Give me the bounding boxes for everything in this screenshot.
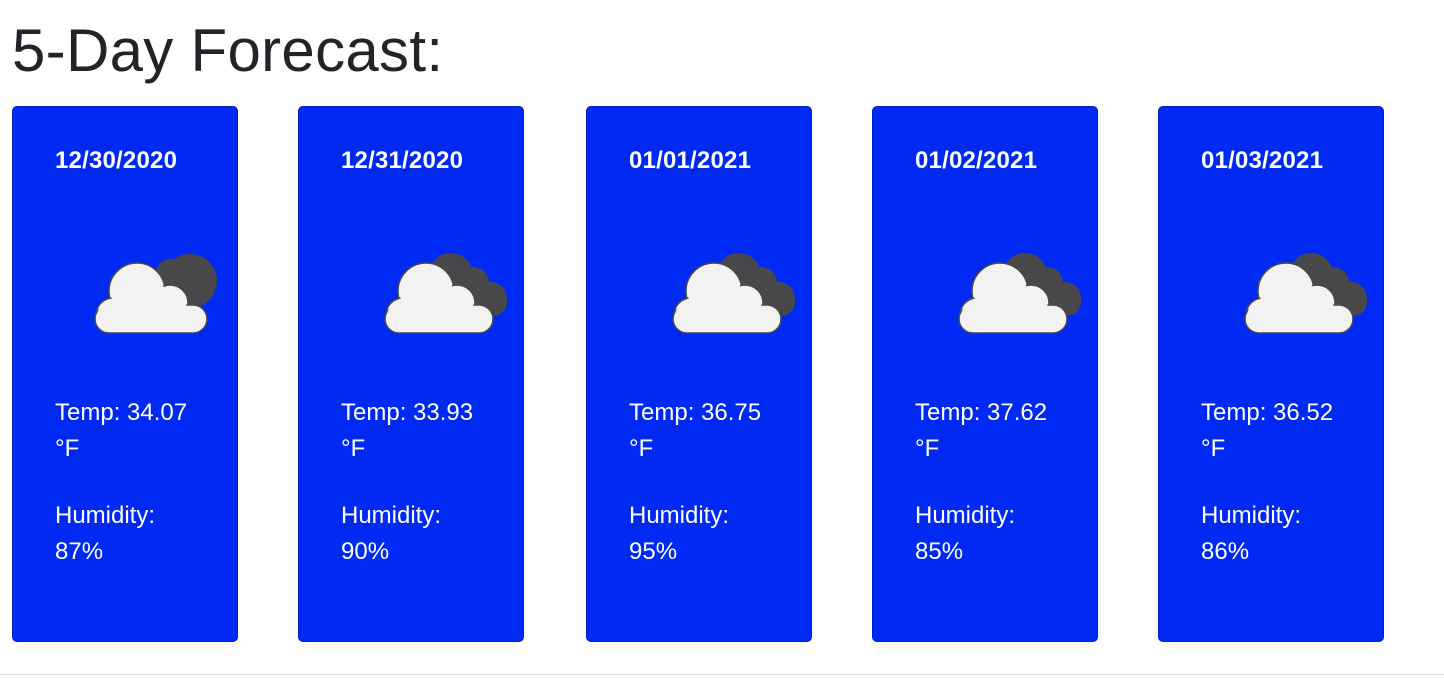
humidity-label: Humidity: — [629, 502, 730, 529]
forecast-temp: Temp: 36.52 °F — [1201, 395, 1371, 467]
temp-unit: °F — [341, 435, 366, 462]
humidity-value: 87% — [55, 538, 104, 565]
forecast-date: 01/03/2021 — [1201, 147, 1324, 174]
forecast-humidity: Humidity: 90% — [341, 498, 511, 570]
temp-value: Temp: 36.75 — [629, 399, 762, 426]
temp-value: Temp: 36.52 — [1201, 399, 1334, 426]
humidity-value: 85% — [915, 538, 964, 565]
forecast-humidity: Humidity: 86% — [1201, 498, 1371, 570]
cloud-broken-icon — [384, 253, 507, 334]
forecast-card: 01/01/2021 Temp: 36.75 °F Humidity: 95% — [586, 106, 812, 642]
cloud-broken-icon — [672, 253, 795, 334]
humidity-value: 90% — [341, 538, 390, 565]
cloud-night-icon — [94, 254, 217, 334]
humidity-label: Humidity: — [915, 502, 1016, 529]
divider — [0, 674, 1444, 675]
forecast-card: 01/02/2021 Temp: 37.62 °F Humidity: 85% — [872, 106, 1098, 642]
temp-value: Temp: 37.62 — [915, 399, 1048, 426]
humidity-value: 86% — [1201, 538, 1250, 565]
forecast-humidity: Humidity: 95% — [629, 498, 799, 570]
forecast-card: 01/03/2021 Temp: 36.52 °F Humidity: 86% — [1158, 106, 1384, 642]
forecast-card: 12/31/2020 Temp: 33.93 °F Humidity: 90% — [298, 106, 524, 642]
forecast-cards: 12/30/2020 Temp: 34.07 °F Humidity: 87% … — [0, 106, 1444, 642]
humidity-label: Humidity: — [1201, 502, 1302, 529]
forecast-temp: Temp: 36.75 °F — [629, 395, 799, 467]
temp-value: Temp: 33.93 — [341, 399, 474, 426]
forecast-card: 12/30/2020 Temp: 34.07 °F Humidity: 87% — [12, 106, 238, 642]
forecast-humidity: Humidity: 87% — [55, 498, 225, 570]
forecast-date: 12/30/2020 — [55, 147, 178, 174]
cloud-broken-icon — [1244, 253, 1367, 334]
forecast-temp: Temp: 34.07 °F — [55, 395, 225, 467]
temp-value: Temp: 34.07 — [55, 399, 188, 426]
forecast-temp: Temp: 33.93 °F — [341, 395, 511, 467]
temp-unit: °F — [1201, 435, 1226, 462]
temp-unit: °F — [915, 435, 940, 462]
forecast-date: 01/02/2021 — [915, 147, 1038, 174]
cloud-broken-icon — [958, 253, 1081, 334]
humidity-label: Humidity: — [55, 502, 156, 529]
forecast-date: 01/01/2021 — [629, 147, 752, 174]
humidity-label: Humidity: — [341, 502, 442, 529]
forecast-date: 12/31/2020 — [341, 147, 464, 174]
forecast-page: 5-Day Forecast: 12/30/2020 Temp: 34.07 °… — [0, 0, 1444, 682]
page-title: 5-Day Forecast: — [12, 17, 444, 84]
forecast-temp: Temp: 37.62 °F — [915, 395, 1085, 467]
forecast-humidity: Humidity: 85% — [915, 498, 1085, 570]
temp-unit: °F — [629, 435, 654, 462]
humidity-value: 95% — [629, 538, 678, 565]
temp-unit: °F — [55, 435, 80, 462]
